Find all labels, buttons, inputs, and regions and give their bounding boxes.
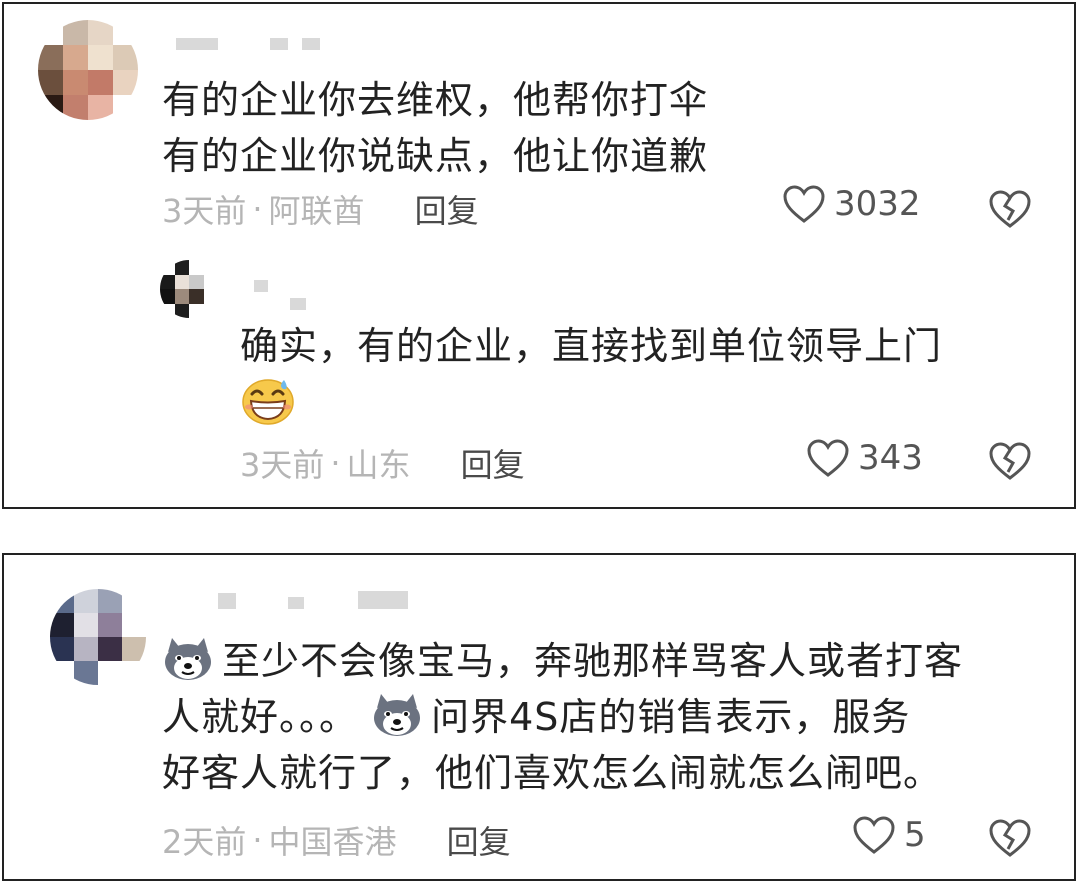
reply-button[interactable]: 回复 — [461, 440, 525, 486]
comment-line: 好客人就行了，他们喜欢怎么闹就怎么闹吧。 — [162, 751, 943, 795]
comment-meta: 3天前 · 阿联酋 回复 — [162, 186, 479, 232]
reply-text: 确实，有的企业，直接找到单位领导上门 — [240, 318, 942, 374]
reply-avatar[interactable] — [160, 260, 218, 318]
username-blurred[interactable] — [176, 38, 320, 50]
timestamp: 3天前 — [162, 192, 247, 230]
reply-line: 确实，有的企业，直接找到单位领导上门 — [240, 324, 943, 368]
heart-icon — [783, 185, 825, 223]
comment-line: 人就好。。。 — [162, 695, 359, 739]
timestamp: 3天前 — [240, 446, 325, 484]
like-count: 5 — [904, 815, 926, 855]
reply-username-blurred — [290, 298, 306, 310]
broken-heart-icon[interactable] — [988, 817, 1032, 859]
comment-text: 有的企业你去维权，他帮你打伞 有的企业你说缺点，他让你道歉 — [162, 72, 708, 184]
husky-dog-sticker — [165, 638, 211, 680]
timestamp: 2天前 — [162, 823, 247, 861]
reply-username-blurred[interactable] — [254, 280, 268, 292]
heart-icon — [807, 439, 849, 477]
location: 中国香港 — [268, 823, 397, 861]
comment-line: 问界4S店的销售表示，服务 — [431, 695, 911, 739]
comment-line: 至少不会像宝马，奔驰那样骂客人或者打客 — [222, 639, 964, 683]
reply-button[interactable]: 回复 — [415, 186, 479, 232]
separator: · — [330, 444, 341, 482]
separator: · — [252, 190, 263, 228]
separator: · — [252, 821, 263, 859]
comment-thread-2: 至少不会像宝马，奔驰那样骂客人或者打客 人就好。。。 问界4S店的销售表示，服务… — [2, 553, 1076, 881]
broken-heart-icon[interactable] — [988, 440, 1032, 482]
reply-meta: 3天前 · 山东 回复 — [240, 440, 525, 486]
like-button[interactable]: 3032 — [782, 184, 921, 224]
comment-line: 有的企业你去维权，他帮你打伞 — [162, 78, 709, 122]
like-count: 3032 — [834, 184, 921, 224]
comment-thread-1: 有的企业你去维权，他帮你打伞 有的企业你说缺点，他让你道歉 3天前 · 阿联酋 … — [2, 2, 1076, 509]
avatar[interactable] — [50, 589, 146, 685]
like-button[interactable]: 5 — [852, 815, 926, 855]
grinning-sweat-emoji — [242, 379, 294, 425]
comment-meta: 2天前 · 中国香港 回复 — [162, 817, 511, 863]
location: 阿联酋 — [268, 192, 365, 230]
avatar[interactable] — [38, 20, 138, 120]
like-count: 343 — [858, 438, 923, 478]
heart-icon — [853, 816, 895, 854]
husky-dog-sticker — [374, 694, 421, 736]
like-button[interactable]: 343 — [806, 438, 923, 478]
username-blurred[interactable] — [218, 591, 408, 609]
broken-heart-icon[interactable] — [988, 188, 1032, 230]
comment-text: 至少不会像宝马，奔驰那样骂客人或者打客 人就好。。。 问界4S店的销售表示，服务… — [162, 633, 963, 801]
comment-line: 有的企业你说缺点，他让你道歉 — [162, 134, 709, 178]
location: 山东 — [346, 446, 411, 484]
reply-button[interactable]: 回复 — [447, 817, 511, 863]
